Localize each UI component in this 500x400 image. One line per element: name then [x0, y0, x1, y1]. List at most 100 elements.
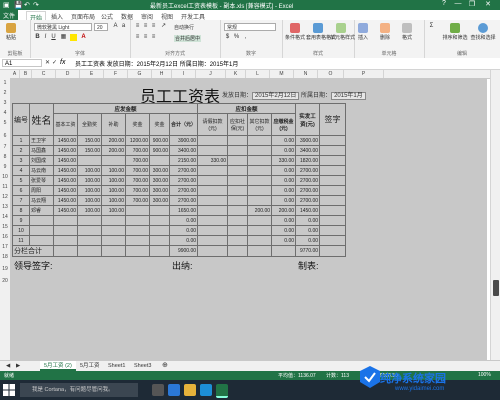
bold-button[interactable]: B	[34, 34, 41, 41]
cell-signature[interactable]	[319, 145, 347, 156]
row-header[interactable]: 9	[0, 164, 10, 170]
save-icon[interactable]: 💾	[14, 1, 23, 9]
cell-signature[interactable]	[319, 235, 347, 246]
cell-leave[interactable]	[197, 135, 229, 146]
cell-bonus[interactable]: 700.00	[125, 165, 150, 176]
cell-signature[interactable]	[319, 185, 347, 196]
cell-award[interactable]: 300.00	[149, 195, 170, 206]
cell-name[interactable]	[29, 215, 54, 226]
restore-button[interactable]: ❐	[466, 0, 478, 8]
shrink-font-icon[interactable]: a	[120, 23, 127, 30]
cell-award[interactable]: 300.00	[149, 185, 170, 196]
cell-signature[interactable]	[319, 215, 347, 226]
scrollbar-thumb[interactable]	[493, 280, 499, 296]
cell-name[interactable]: 邓睿	[29, 205, 54, 216]
cell-signature[interactable]	[319, 225, 347, 236]
cell-total[interactable]: 2700.00	[168, 195, 199, 206]
cell-name[interactable]: 马国鑫	[29, 145, 54, 156]
close-button[interactable]: ✕	[482, 0, 494, 8]
column-header[interactable]: L	[246, 70, 270, 78]
cell-no[interactable]: 10	[12, 225, 30, 236]
insert-function-icon[interactable]: fx	[60, 59, 65, 66]
align-bottom-icon[interactable]: ≡	[150, 23, 157, 30]
header-tax[interactable]: 应缴税金(元)	[271, 113, 297, 136]
row-header[interactable]: 13	[0, 204, 10, 210]
cell-other[interactable]	[247, 225, 273, 236]
cell-bonus[interactable]: 700.00	[125, 195, 150, 206]
cell-base[interactable]: 1450.00	[53, 155, 78, 166]
cell-social[interactable]	[227, 135, 249, 146]
row-header[interactable]: 11	[0, 184, 10, 190]
cell-no[interactable]: 11	[12, 235, 30, 246]
cell-leave[interactable]	[197, 195, 229, 206]
header-full[interactable]: 全勤奖	[77, 113, 102, 136]
redo-icon[interactable]: ↷	[33, 1, 39, 9]
cell-other[interactable]	[247, 165, 273, 176]
cell-total[interactable]: 2700.00	[168, 185, 199, 196]
cell-other[interactable]: 200.00	[247, 205, 273, 216]
cell-tax[interactable]: 0.00	[271, 215, 297, 226]
italic-button[interactable]: I	[42, 34, 49, 41]
cell-net[interactable]: 2700.00	[295, 165, 321, 176]
cell-social[interactable]	[227, 225, 249, 236]
row-header[interactable]: 17	[0, 244, 10, 250]
cell-social[interactable]	[227, 165, 249, 176]
sheet-tab-sheet3[interactable]: Sheet3	[130, 361, 155, 371]
cell-leave[interactable]	[197, 145, 229, 156]
cell-social[interactable]	[227, 175, 249, 186]
cell-signature[interactable]	[319, 195, 347, 206]
zoom-level[interactable]: 100%	[478, 372, 491, 378]
cancel-icon[interactable]: ✕	[44, 60, 51, 67]
cell-bonus[interactable]: 700.00	[125, 155, 150, 166]
cashier-label[interactable]: 出纳:	[172, 259, 193, 272]
insert-cells-button[interactable]: 插入	[358, 23, 368, 41]
cell-net[interactable]: 0.00	[295, 215, 321, 226]
cell-bonus[interactable]	[125, 215, 150, 226]
cell-total[interactable]: 2700.00	[168, 165, 199, 176]
cell-award[interactable]	[149, 205, 170, 216]
column-header[interactable]: M	[270, 70, 294, 78]
header-payable[interactable]: 应发金额	[52, 103, 199, 114]
cell-base[interactable]: 1450.00	[53, 165, 78, 176]
merge-center-button[interactable]: 合并后居中	[174, 35, 202, 42]
cell-award[interactable]: 300.00	[149, 175, 170, 186]
cell-leave[interactable]	[197, 235, 229, 246]
cell-tax[interactable]: 330.00	[271, 155, 297, 166]
cell-sub[interactable]: 200.00	[101, 145, 126, 156]
cell-sub[interactable]	[101, 215, 126, 226]
cell-styles-button[interactable]: 单元格样式	[330, 23, 355, 41]
font-name-select[interactable]: 微软雅黑 Light	[34, 23, 92, 31]
cell-name[interactable]: 张爱琴	[29, 175, 54, 186]
cell-base[interactable]: 1450.00	[53, 195, 78, 206]
cell-net[interactable]: 3900.00	[295, 135, 321, 146]
cell-net[interactable]: 2700.00	[295, 185, 321, 196]
header-leave[interactable]: 请假扣款(元)	[197, 113, 229, 136]
cell-tax[interactable]: 0.00	[271, 195, 297, 206]
header-deduct[interactable]: 应扣金额	[197, 103, 297, 114]
maker-label[interactable]: 制表:	[298, 259, 319, 272]
cell-other[interactable]	[247, 135, 273, 146]
cell-sub[interactable]	[101, 155, 126, 166]
header-subtotal[interactable]: 合计（元）	[168, 113, 199, 136]
cortana-search-input[interactable]: 我是 Cortana，有问题尽管问我。	[20, 383, 138, 397]
cell-full[interactable]: 100.00	[77, 195, 102, 206]
format-as-table-button[interactable]: 套用表格格式	[306, 23, 336, 41]
cell-leave[interactable]: 330.00	[197, 155, 229, 166]
cell-base[interactable]: 1450.00	[53, 135, 78, 146]
cell-full[interactable]: 150.00	[77, 135, 102, 146]
sort-filter-button[interactable]: 排序和筛选	[442, 23, 468, 41]
cell-signature[interactable]	[319, 135, 347, 146]
cell-full[interactable]	[77, 225, 102, 236]
comma-icon[interactable]: ,	[242, 34, 249, 41]
header-no[interactable]: 编号	[12, 103, 30, 136]
cell-no[interactable]: 4	[12, 165, 30, 176]
grand-total[interactable]: 9900.00	[168, 245, 199, 257]
cell-no[interactable]: 3	[12, 155, 30, 166]
column-header[interactable]: O	[318, 70, 344, 78]
cell-sub[interactable]: 100.00	[101, 195, 126, 206]
cell-total[interactable]: 3400.00	[168, 145, 199, 156]
row-header[interactable]: 6	[0, 133, 10, 139]
cell-net[interactable]: 1820.00	[295, 155, 321, 166]
row-header[interactable]: 1	[0, 80, 10, 86]
header-base[interactable]: 基本工资	[53, 113, 78, 136]
